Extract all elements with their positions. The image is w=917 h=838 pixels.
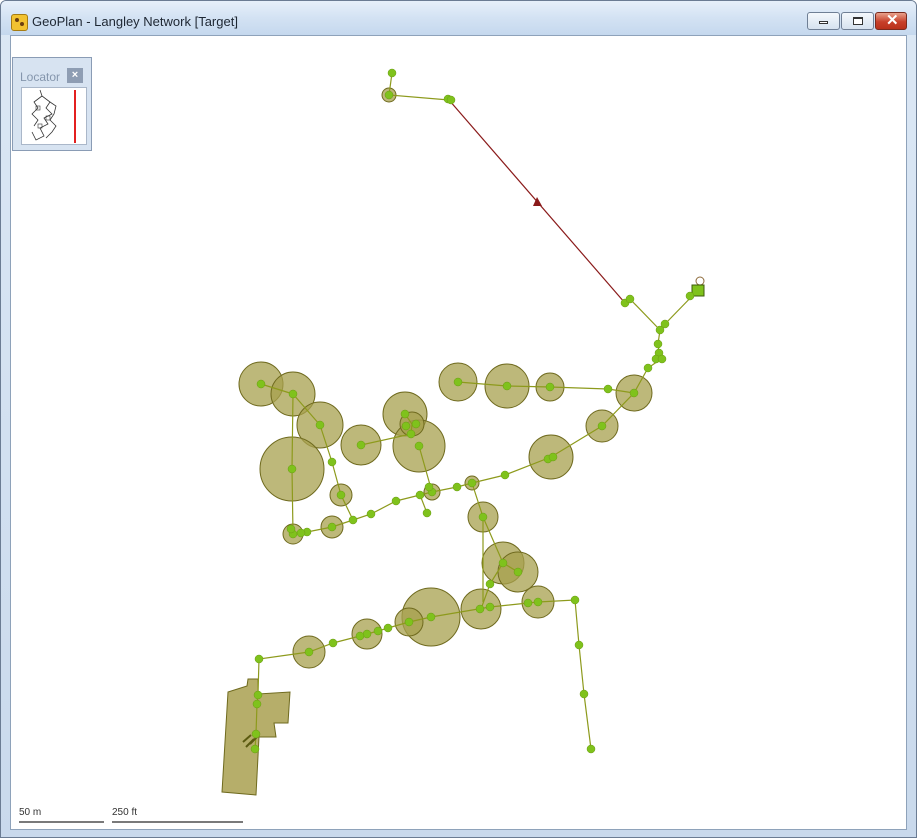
minimize-icon [819,21,828,24]
title-bar[interactable]: GeoPlan - Langley Network [Target] ✕ [1,1,916,35]
scale-metric-label: 50 m [19,807,42,818]
restore-button[interactable] [841,12,874,30]
window-title: GeoPlan - Langley Network [Target] [32,14,238,29]
network-map[interactable] [11,36,906,829]
scale-imperial-bar [112,821,243,823]
locator-panel[interactable]: Locator × [12,57,92,151]
minimize-button[interactable] [807,12,840,30]
restore-icon [853,17,863,25]
geoplan-window: GeoPlan - Langley Network [Target] ✕ Loc… [0,0,917,838]
locator-minimap[interactable] [21,87,87,145]
close-icon: ✕ [886,12,899,29]
outfall-marker[interactable] [695,276,705,286]
scale-metric-bar [19,821,104,823]
close-button[interactable]: ✕ [875,12,907,30]
buffer-layer [238,87,653,669]
locator-close-button[interactable]: × [67,68,83,83]
geoplan-app-icon [11,14,28,31]
scale-imperial-label: 250 ft [112,807,138,818]
locator-title: Locator [20,70,61,84]
geoplan-map-canvas[interactable]: Locator × 50 m 250 ft [10,35,907,830]
minimap-drawing [31,89,76,143]
